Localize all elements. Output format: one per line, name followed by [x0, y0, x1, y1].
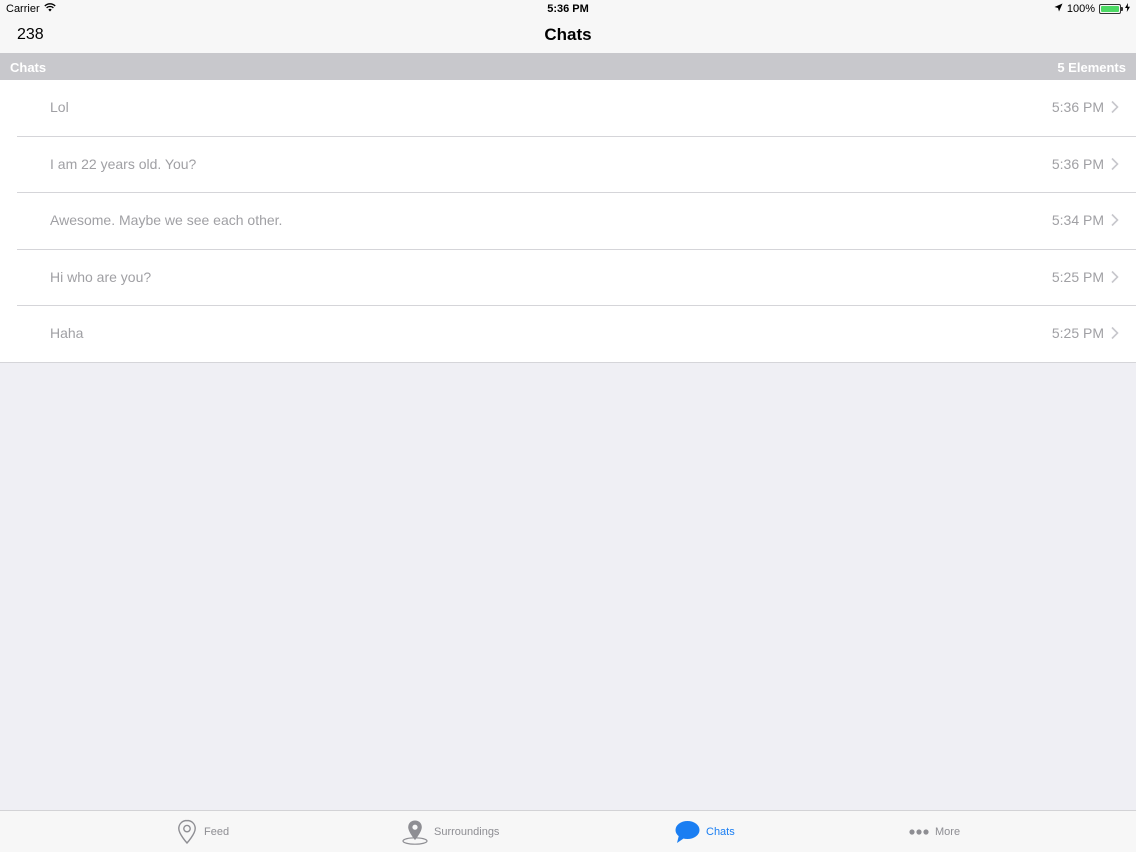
chat-time: 5:34 PM — [1051, 212, 1104, 228]
tab-feed[interactable]: Feed — [176, 811, 229, 852]
tab-more[interactable]: More — [909, 811, 960, 852]
chat-row[interactable]: Lol 5:36 PM — [0, 80, 1136, 137]
battery-percent: 100% — [1066, 3, 1095, 15]
chat-row[interactable]: Haha 5:25 PM — [0, 306, 1136, 363]
chat-bubble-icon — [674, 820, 700, 844]
section-header: Chats 5 Elements — [0, 53, 1136, 80]
chat-time: 5:36 PM — [1051, 99, 1104, 115]
chat-message: Awesome. Maybe we see each other. — [50, 212, 283, 228]
chevron-right-icon — [1111, 213, 1119, 227]
charging-bolt-icon — [1125, 3, 1130, 15]
location-arrow-icon — [1054, 3, 1063, 15]
chat-row[interactable]: Awesome. Maybe we see each other. 5:34 P… — [0, 193, 1136, 250]
map-pin-icon — [402, 819, 428, 845]
chevron-right-icon — [1111, 100, 1119, 114]
chat-message: Haha — [50, 325, 84, 341]
tab-label: Chats — [706, 826, 735, 838]
chat-list: Lol 5:36 PM I am 22 years old. You? 5:36… — [0, 80, 1136, 363]
status-bar: Carrier 5:36 PM 100% — [0, 0, 1136, 18]
tab-chats[interactable]: Chats — [674, 811, 735, 852]
tab-label: Surroundings — [434, 826, 500, 838]
chevron-right-icon — [1111, 326, 1119, 340]
status-time: 5:36 PM — [547, 3, 589, 15]
chat-row[interactable]: I am 22 years old. You? 5:36 PM — [0, 137, 1136, 193]
tab-surroundings[interactable]: Surroundings — [402, 811, 499, 852]
chat-time: 5:25 PM — [1051, 268, 1104, 285]
status-right: 100% — [1054, 3, 1130, 15]
tab-label: Feed — [204, 826, 230, 838]
section-count: 5 Elements — [1057, 60, 1126, 75]
chat-message: Hi who are you? — [50, 268, 152, 285]
chat-message: I am 22 years old. You? — [50, 155, 197, 172]
chevron-right-icon — [1111, 157, 1119, 170]
more-dots-icon — [909, 829, 929, 835]
chevron-right-icon — [1111, 270, 1119, 283]
tab-label: More — [935, 826, 961, 838]
app-screen: Carrier 5:36 PM 100% 238 Chats Chats 5 E… — [0, 0, 1136, 852]
section-title: Chats — [10, 60, 47, 75]
page-title: Chats — [544, 25, 592, 44]
battery-fill — [1101, 6, 1119, 12]
chat-row[interactable]: Hi who are you? 5:25 PM — [0, 250, 1136, 306]
chat-time: 5:36 PM — [1051, 155, 1104, 172]
navigation-bar: 238 Chats — [0, 18, 1136, 53]
pin-outline-icon — [176, 819, 198, 845]
chat-time: 5:25 PM — [1051, 325, 1104, 341]
tab-bar: Feed Surroundings Chats More — [0, 810, 1136, 852]
battery-icon — [1099, 4, 1123, 14]
chat-message: Lol — [50, 99, 69, 115]
